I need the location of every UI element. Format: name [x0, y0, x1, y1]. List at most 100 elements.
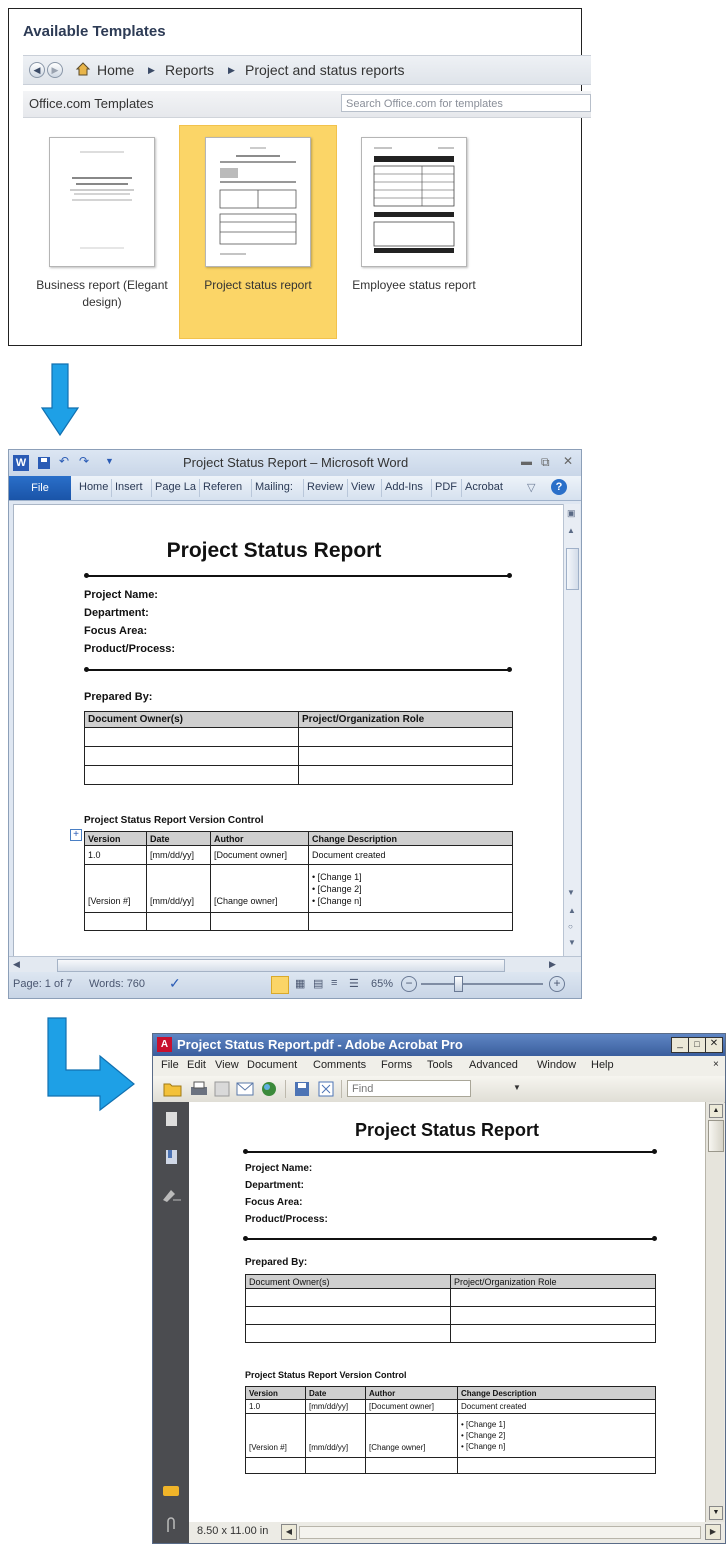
table-cell[interactable]: [Change owner]	[210, 864, 309, 913]
table-cell[interactable]: Document created	[308, 845, 513, 865]
horizontal-scroll-thumb[interactable]	[57, 959, 505, 972]
template-label-business-report[interactable]: Business report (Elegant design)	[27, 277, 177, 311]
table-move-handle-icon[interactable]: +	[70, 829, 82, 841]
bookmarks-icon[interactable]	[163, 1148, 179, 1166]
fit-page-icon[interactable]	[317, 1080, 335, 1098]
menu-help[interactable]: Help	[591, 1059, 614, 1071]
undo-icon[interactable]: ↶	[59, 454, 69, 468]
scroll-right-icon[interactable]: ▶	[549, 959, 556, 970]
comments-icon[interactable]	[161, 1484, 181, 1500]
tab-page-layout[interactable]: Page La	[155, 481, 196, 493]
email-icon[interactable]	[235, 1080, 255, 1098]
table-cell[interactable]: [mm/dd/yy]	[305, 1413, 366, 1458]
redo-icon[interactable]: ↷	[79, 454, 89, 468]
pages-icon[interactable]	[163, 1110, 179, 1128]
template-label-employee-status[interactable]: Employee status report	[339, 277, 489, 294]
table-cell[interactable]: [Change owner]	[365, 1413, 458, 1458]
scroll-up-icon[interactable]: ▲	[709, 1104, 723, 1118]
word-app-icon[interactable]: W	[13, 455, 29, 471]
table-cell[interactable]: Document created	[457, 1399, 656, 1414]
draft-icon[interactable]: ☰	[349, 977, 359, 990]
table-cell[interactable]	[298, 727, 513, 747]
signatures-icon[interactable]	[161, 1186, 183, 1204]
scroll-left-icon[interactable]: ◀	[13, 959, 20, 970]
word-count[interactable]: Words: 760	[89, 978, 145, 990]
table-cell[interactable]	[84, 727, 299, 747]
table-cell[interactable]	[305, 1457, 366, 1474]
tab-view[interactable]: View	[351, 481, 375, 493]
menu-document[interactable]: Document	[247, 1059, 297, 1071]
ribbon-collapse-icon[interactable]: ▽	[527, 481, 535, 494]
table-cell[interactable]: [Document owner]	[210, 845, 309, 865]
breadcrumb-home[interactable]: Home	[97, 62, 134, 78]
word-vertical-scrollbar[interactable]: ▣ ▲ ▼ ▲ ○ ▼	[563, 504, 580, 956]
scroll-down-icon[interactable]: ▼	[567, 888, 575, 897]
pdf-app-icon[interactable]: A	[157, 1037, 172, 1052]
scroll-left-icon[interactable]: ◀	[281, 1524, 297, 1540]
table-cell[interactable]	[245, 1288, 451, 1307]
table-cell[interactable]	[84, 746, 299, 766]
save-icon[interactable]	[37, 456, 51, 470]
web-layout-icon[interactable]: ▤	[313, 977, 323, 990]
table-cell[interactable]: [mm/dd/yy]	[305, 1399, 366, 1414]
table-cell[interactable]	[308, 912, 513, 931]
save-icon[interactable]	[213, 1080, 231, 1098]
next-page-icon[interactable]: ▼	[568, 938, 576, 947]
scroll-right-icon[interactable]: ▶	[705, 1524, 721, 1540]
menu-comments[interactable]: Comments	[313, 1059, 366, 1071]
minimize-icon[interactable]: ▬	[521, 456, 532, 468]
menu-advanced[interactable]: Advanced	[469, 1059, 518, 1071]
template-search-input[interactable]: Search Office.com for templates	[341, 94, 591, 112]
full-screen-reading-icon[interactable]: ▦	[295, 977, 305, 990]
menu-forms[interactable]: Forms	[381, 1059, 412, 1071]
save-copy-icon[interactable]	[293, 1080, 311, 1098]
menu-edit[interactable]: Edit	[187, 1059, 206, 1071]
table-cell[interactable]	[450, 1288, 656, 1307]
table-cell[interactable]	[457, 1457, 656, 1474]
zoom-in-icon[interactable]: +	[549, 976, 565, 992]
table-cell[interactable]: • [Change 1] • [Change 2] • [Change n]	[308, 864, 513, 913]
ruler-toggle-icon[interactable]: ▣	[567, 508, 576, 519]
template-thumbnail-business-report[interactable]	[49, 137, 155, 267]
table-cell[interactable]: [mm/dd/yy]	[146, 845, 211, 865]
table-cell[interactable]	[146, 912, 211, 931]
close-document-icon[interactable]: ×	[713, 1059, 719, 1070]
table-cell[interactable]	[365, 1457, 458, 1474]
menu-tools[interactable]: Tools	[427, 1059, 453, 1071]
page-count[interactable]: Page: 1 of 7	[13, 978, 72, 990]
tab-mailings[interactable]: Mailing:	[255, 481, 293, 493]
restore-icon[interactable]: □	[688, 1037, 706, 1053]
tab-pdf[interactable]: PDF	[435, 481, 457, 493]
customize-toolbar-icon[interactable]: ▼	[105, 456, 114, 466]
help-icon[interactable]: ?	[551, 479, 567, 495]
close-icon[interactable]: ✕	[563, 454, 573, 468]
tab-add-ins[interactable]: Add-Ins	[385, 481, 423, 493]
table-cell[interactable]	[84, 912, 147, 931]
tab-review[interactable]: Review	[307, 481, 343, 493]
table-cell[interactable]	[298, 746, 513, 766]
proofing-icon[interactable]: ✓	[169, 975, 181, 992]
open-folder-icon[interactable]	[163, 1080, 183, 1098]
table-cell[interactable]: • [Change 1] • [Change 2] • [Change n]	[457, 1413, 656, 1458]
browse-object-icon[interactable]: ○	[568, 922, 573, 931]
table-cell[interactable]: [mm/dd/yy]	[146, 864, 211, 913]
table-cell[interactable]	[245, 1457, 306, 1474]
table-cell[interactable]	[450, 1306, 656, 1325]
breadcrumb-reports[interactable]: Reports	[165, 62, 214, 78]
tab-acrobat[interactable]: Acrobat	[465, 481, 503, 493]
table-cell[interactable]	[210, 912, 309, 931]
minimize-icon[interactable]: _	[671, 1037, 689, 1053]
scroll-up-icon[interactable]: ▲	[567, 526, 575, 535]
table-cell[interactable]: [Version #]	[84, 864, 147, 913]
scroll-thumb[interactable]	[708, 1120, 724, 1152]
tab-insert[interactable]: Insert	[115, 481, 143, 493]
attachments-icon[interactable]	[163, 1516, 179, 1534]
find-input[interactable]: Find	[347, 1080, 471, 1097]
table-cell[interactable]: [Document owner]	[365, 1399, 458, 1414]
breadcrumb-project-status[interactable]: Project and status reports	[245, 62, 405, 78]
table-cell[interactable]	[245, 1324, 451, 1343]
previous-page-icon[interactable]: ▲	[568, 906, 576, 915]
zoom-level[interactable]: 65%	[371, 978, 393, 990]
restore-icon[interactable]: ⧉	[541, 455, 550, 470]
collaborate-globe-icon[interactable]	[259, 1080, 279, 1098]
